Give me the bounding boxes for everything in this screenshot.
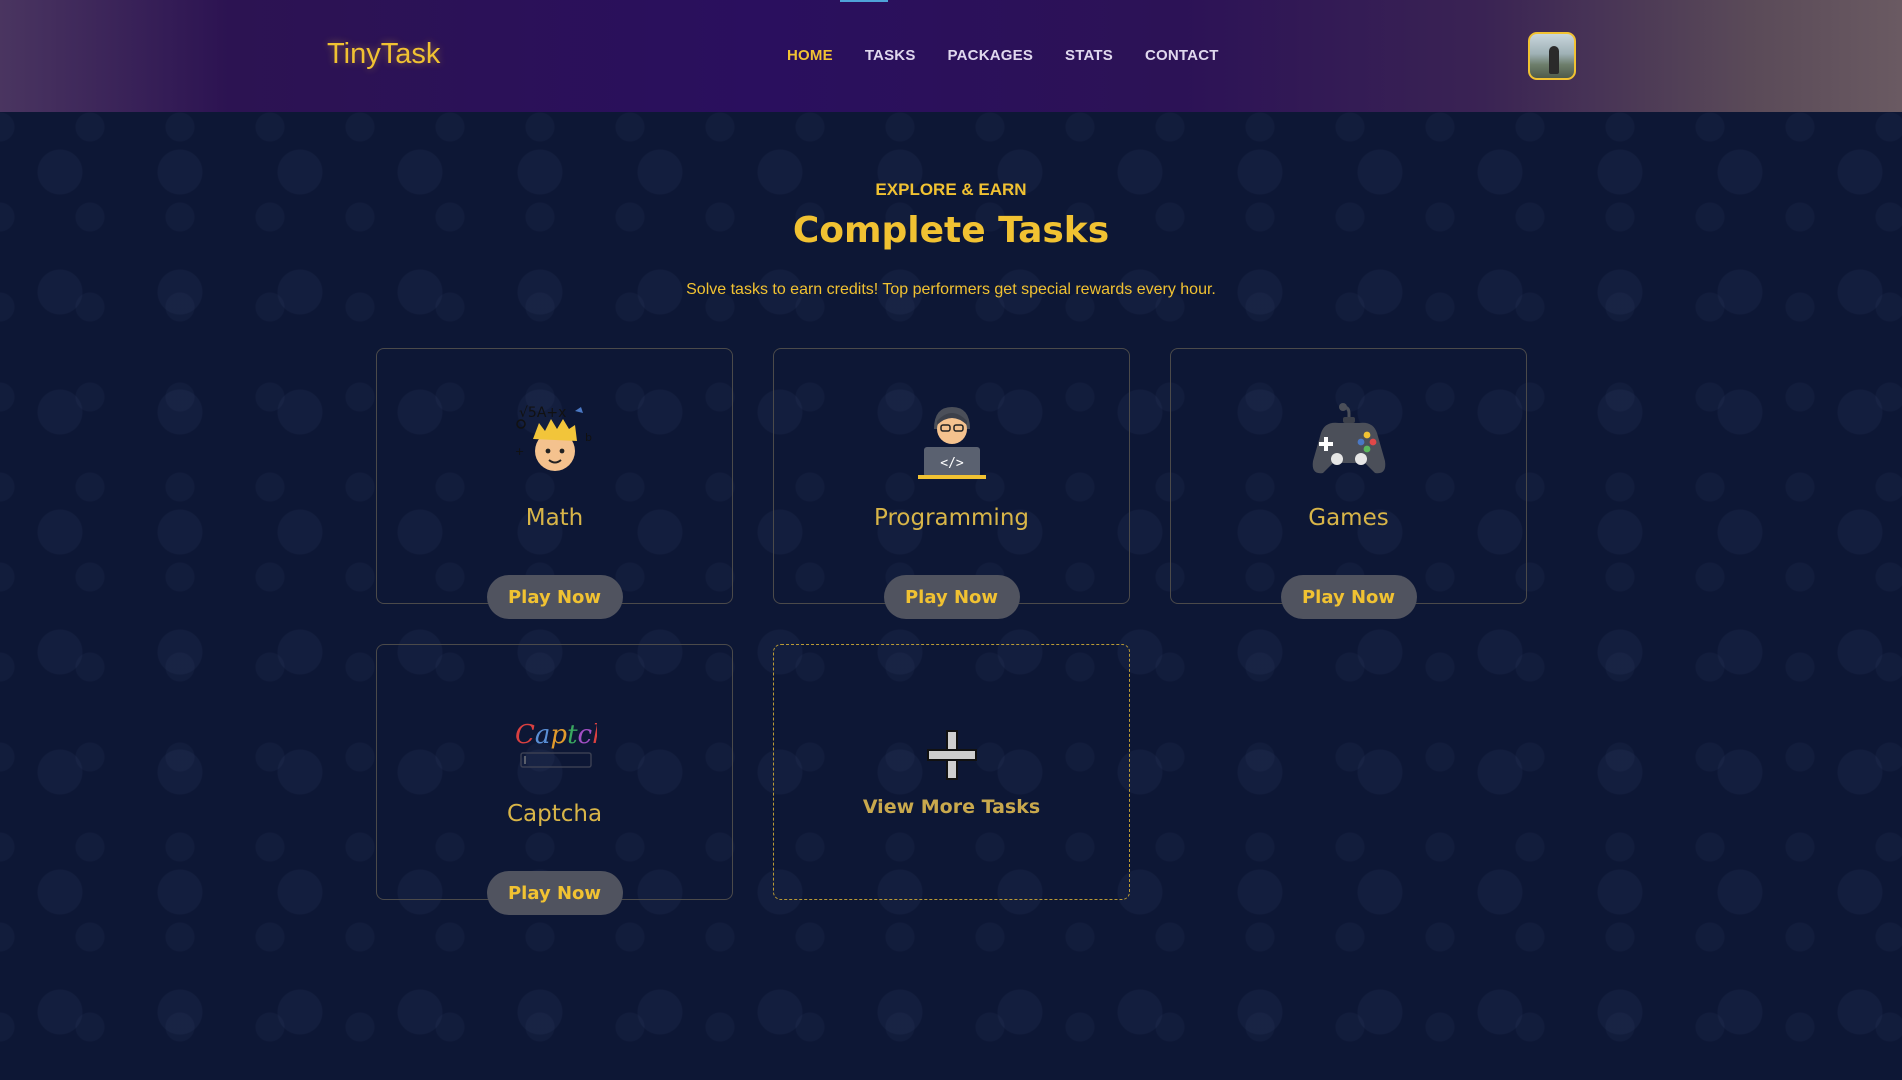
page-title: Complete Tasks [792,210,1110,251]
user-avatar[interactable] [1528,32,1576,80]
task-name: Math [525,505,584,531]
task-name: Captcha [506,801,603,827]
loading-indicator [840,0,888,2]
plus-icon [927,730,977,780]
nav-home[interactable]: HOME [787,47,833,64]
svg-text:b: b [585,431,592,444]
task-card-programming: </> Programming Play Now [773,348,1130,619]
captcha-icon: Captcha [515,720,597,768]
avatar-photo [1549,46,1559,74]
math-icon: √5A+x b + [515,405,592,471]
top-navbar: TinyTask HOME TASKS PACKAGES STATS CONTA… [0,0,1902,112]
programmer-icon: </> [917,407,986,479]
play-now-button-games[interactable]: Play Now [1280,575,1417,619]
svg-text:Captcha: Captcha [515,720,597,750]
page-subtitle: Solve tasks to earn credits! Top perform… [686,281,1216,298]
section-eyebrow: EXPLORE & EARN [875,180,1027,199]
nav-contact[interactable]: CONTACT [1145,47,1219,64]
play-now-button-math[interactable]: Play Now [486,575,623,619]
task-card-games: Games Play Now [1170,348,1527,619]
gamepad-icon [1312,403,1385,474]
task-name: Games [1308,505,1389,531]
nav-packages[interactable]: PACKAGES [948,47,1034,64]
task-card-math: √5A+x b + Math Play Now [376,348,733,619]
nav-tasks[interactable]: TASKS [865,47,916,64]
view-more-tasks-card[interactable]: View More Tasks [773,644,1130,900]
play-now-button-programming[interactable]: Play Now [883,575,1020,619]
svg-text:√5A+x: √5A+x [519,405,566,421]
view-more-tasks-label: View More Tasks [862,796,1041,818]
play-now-button-captcha[interactable]: Play Now [486,871,623,915]
task-card-captcha: Captcha Captcha Play Now [376,644,733,915]
main-nav: HOME TASKS PACKAGES STATS CONTACT [787,47,1251,64]
site-logo[interactable]: TinyTask [327,38,440,71]
svg-text:</>: </> [940,456,964,471]
svg-text:+: + [515,445,524,458]
task-name: Programming [873,505,1029,531]
nav-stats[interactable]: STATS [1065,47,1113,64]
